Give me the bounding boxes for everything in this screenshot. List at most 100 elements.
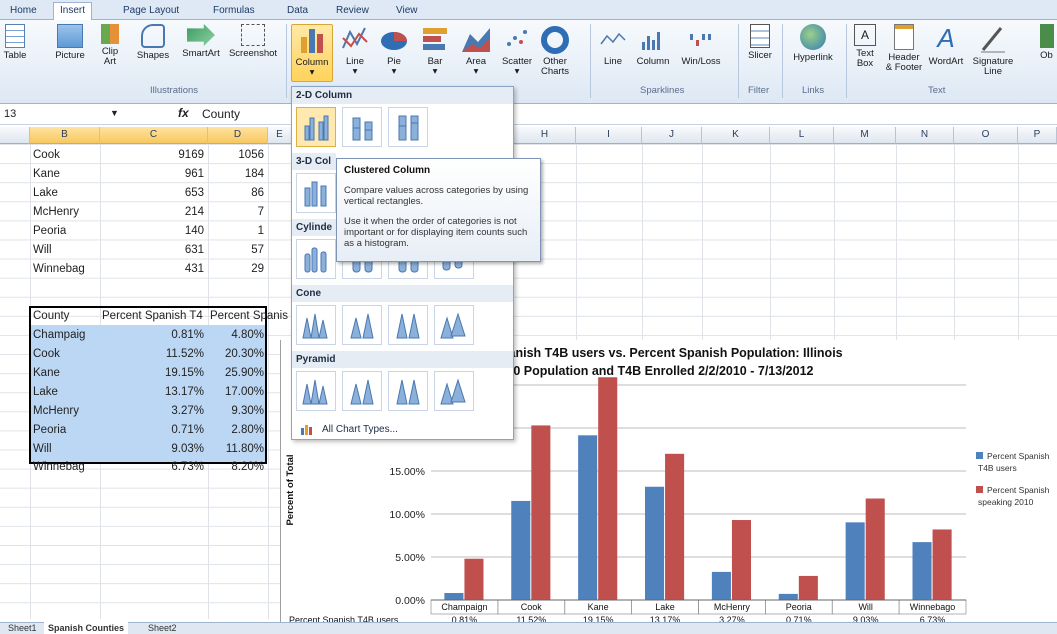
- clustered-column-option[interactable]: [296, 107, 336, 147]
- screenshot-button[interactable]: Screenshot: [228, 24, 278, 59]
- table-header[interactable]: Percent Spanis: [210, 307, 290, 325]
- table-cell[interactable]: 25.90%: [208, 364, 264, 382]
- column-header-o[interactable]: O: [954, 127, 1018, 144]
- table-cell[interactable]: 86: [208, 184, 264, 202]
- bar-chart-button[interactable]: Bar ▾: [419, 24, 451, 77]
- table-cell[interactable]: 961: [100, 165, 204, 183]
- table-cell[interactable]: 2.80%: [208, 421, 264, 439]
- table-cell[interactable]: 0.71%: [100, 421, 204, 439]
- smartart-button[interactable]: SmartArt: [175, 24, 227, 59]
- column-header-l[interactable]: L: [770, 127, 834, 144]
- column-header-e[interactable]: E: [268, 127, 292, 144]
- column-header-i[interactable]: I: [576, 127, 642, 144]
- formula-input[interactable]: County: [202, 107, 240, 121]
- sheet-tab-sheet1[interactable]: Sheet1: [4, 622, 41, 634]
- table-cell[interactable]: 17.00%: [208, 383, 264, 401]
- table-cell[interactable]: 7: [208, 203, 264, 221]
- column-header-h[interactable]: H: [514, 127, 576, 144]
- tab-view[interactable]: View: [390, 3, 424, 20]
- cone-option-4[interactable]: [434, 305, 474, 345]
- clip-art-button[interactable]: Clip Art: [97, 24, 123, 67]
- table-cell[interactable]: Champaig: [33, 326, 99, 344]
- table-cell[interactable]: 8.20%: [208, 458, 264, 476]
- name-box[interactable]: 13: [0, 107, 92, 123]
- function-icon[interactable]: fx: [178, 106, 189, 120]
- table-cell[interactable]: 9169: [100, 146, 204, 164]
- wordart-button[interactable]: A WordArt: [926, 24, 966, 67]
- column-header-c[interactable]: C: [100, 127, 208, 144]
- pyramid-option-4[interactable]: [434, 371, 474, 411]
- line-chart-button[interactable]: Line ▾: [339, 24, 371, 77]
- tab-home[interactable]: Home: [4, 3, 43, 20]
- table-cell[interactable]: 631: [100, 241, 204, 259]
- table-button[interactable]: Table: [0, 24, 30, 61]
- scatter-chart-button[interactable]: Scatter ▾: [498, 24, 536, 77]
- hyperlink-button[interactable]: Hyperlink: [788, 24, 838, 63]
- table-cell[interactable]: 11.52%: [100, 345, 204, 363]
- table-cell[interactable]: 29: [208, 260, 264, 278]
- table-cell[interactable]: Winnebag: [33, 458, 99, 476]
- cone-option-1[interactable]: [296, 305, 336, 345]
- column-chart-button[interactable]: Column ▾: [291, 24, 333, 82]
- tab-page-layout[interactable]: Page Layout: [117, 3, 185, 20]
- table-cell[interactable]: 9.03%: [100, 440, 204, 458]
- column-header-m[interactable]: M: [834, 127, 896, 144]
- tab-insert[interactable]: Insert: [53, 2, 93, 21]
- table-cell[interactable]: 6.73%: [100, 458, 204, 476]
- sparkline-line-button[interactable]: Line: [598, 24, 628, 67]
- pyramid-option-1[interactable]: [296, 371, 336, 411]
- signature-line-button[interactable]: Signature Line: [968, 24, 1018, 77]
- table-cell[interactable]: 3.27%: [100, 402, 204, 420]
- table-header[interactable]: Percent Spanish T4: [102, 307, 208, 325]
- column-header-j[interactable]: J: [642, 127, 702, 144]
- sheet-tab-sheet2[interactable]: Sheet2: [144, 622, 181, 634]
- column-header-n[interactable]: N: [896, 127, 954, 144]
- sheet-tab-spanish-counties[interactable]: Spanish Counties: [44, 622, 129, 634]
- table-cell[interactable]: 11.80%: [208, 440, 264, 458]
- stacked-column-option[interactable]: [342, 107, 382, 147]
- object-button[interactable]: Ob: [1036, 24, 1057, 61]
- name-box-dropdown-icon[interactable]: ▼: [110, 108, 119, 118]
- picture-button[interactable]: Picture: [50, 24, 90, 61]
- column-header-k[interactable]: K: [702, 127, 770, 144]
- table-cell[interactable]: Will: [33, 241, 99, 259]
- text-box-button[interactable]: A Text Box: [852, 24, 878, 69]
- table-cell[interactable]: Will: [33, 440, 99, 458]
- table-cell[interactable]: 19.15%: [100, 364, 204, 382]
- other-charts-button[interactable]: Other Charts: [537, 24, 573, 77]
- table-cell[interactable]: 57: [208, 241, 264, 259]
- shapes-button[interactable]: Shapes: [133, 24, 173, 61]
- slicer-button[interactable]: Slicer: [744, 24, 776, 61]
- table-header[interactable]: County: [33, 307, 99, 325]
- table-cell[interactable]: Cook: [33, 146, 99, 164]
- pyramid-option-3[interactable]: [388, 371, 428, 411]
- select-all-corner[interactable]: [0, 127, 30, 144]
- table-cell[interactable]: Kane: [33, 364, 99, 382]
- table-cell[interactable]: 13.17%: [100, 383, 204, 401]
- table-cell[interactable]: 214: [100, 203, 204, 221]
- table-cell[interactable]: 20.30%: [208, 345, 264, 363]
- pie-chart-button[interactable]: Pie ▾: [378, 24, 410, 77]
- table-cell[interactable]: Kane: [33, 165, 99, 183]
- table-cell[interactable]: 0.81%: [100, 326, 204, 344]
- all-chart-types-link[interactable]: All Chart Types...: [322, 424, 398, 435]
- table-cell[interactable]: 184: [208, 165, 264, 183]
- 100-stacked-column-option[interactable]: [388, 107, 428, 147]
- table-cell[interactable]: 140: [100, 222, 204, 240]
- tab-formulas[interactable]: Formulas: [207, 3, 261, 20]
- cylinder-option-1[interactable]: [296, 239, 336, 279]
- cone-option-2[interactable]: [342, 305, 382, 345]
- table-cell[interactable]: Cook: [33, 345, 99, 363]
- table-cell[interactable]: Lake: [33, 184, 99, 202]
- table-cell[interactable]: Winnebag: [33, 260, 99, 278]
- table-cell[interactable]: McHenry: [33, 203, 99, 221]
- pyramid-option-2[interactable]: [342, 371, 382, 411]
- table-cell[interactable]: Peoria: [33, 222, 99, 240]
- sparkline-column-button[interactable]: Column: [634, 24, 672, 67]
- column-header-d[interactable]: D: [208, 127, 268, 144]
- column-header-p[interactable]: P: [1018, 127, 1057, 144]
- table-cell[interactable]: Peoria: [33, 421, 99, 439]
- cone-option-3[interactable]: [388, 305, 428, 345]
- table-cell[interactable]: 653: [100, 184, 204, 202]
- area-chart-button[interactable]: Area ▾: [458, 24, 494, 77]
